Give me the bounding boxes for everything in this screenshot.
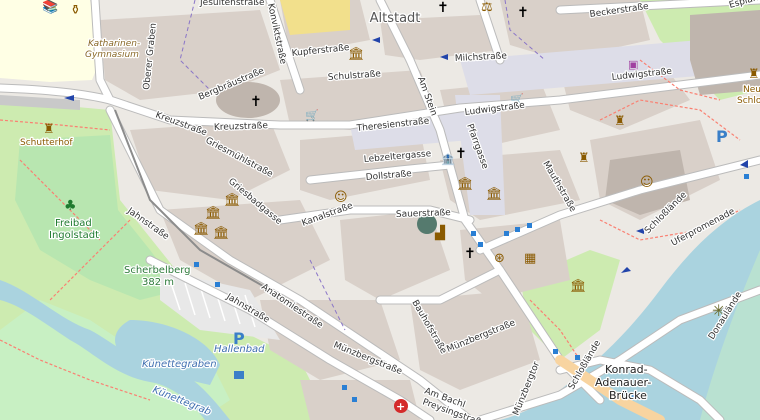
church-icon: ✝ — [250, 94, 262, 110]
district-label: Altstadt — [370, 11, 421, 26]
tree-icon: ♣ — [64, 198, 77, 214]
scales-icon: ⚖ — [481, 0, 493, 15]
museum-icon: 🏛 — [570, 278, 587, 294]
place-label-hallenbad: Hallenbad — [214, 344, 265, 355]
street-label-sauerstrasse: Sauerstraße — [396, 208, 452, 220]
street-label-jesuitenstrasse: Jesuitenstraße — [199, 0, 265, 8]
museum-icon: 🏛 — [193, 221, 210, 237]
place-label-freibad-2: Ingolstadt — [49, 230, 99, 241]
monument-icon: ⚱ — [70, 3, 81, 18]
museum-icon: 🏛 — [213, 225, 230, 241]
place-label-katharinen-2: Gymnasium — [85, 50, 139, 60]
museum-icon: 🏛 — [348, 46, 365, 62]
theatre-icon: ☺ — [640, 175, 654, 190]
cinema-icon: ▦ — [524, 251, 536, 266]
place-label-kunettegraben: Künettegraben — [142, 359, 217, 370]
shopping-bag-icon: ▣ — [628, 58, 638, 71]
place-label-konrad-1: Konrad- — [605, 363, 648, 376]
church-icon: ✝ — [517, 5, 529, 21]
wheel-icon: ⊛ — [494, 251, 505, 266]
place-label-katharinen-1: Katharinen- — [88, 39, 140, 49]
church-icon: ✝ — [437, 0, 449, 16]
place-label-konrad-3: Brücke — [609, 389, 647, 402]
place-label-neues-schloss-1: Neue — [743, 85, 760, 95]
museum-icon: 🏛 — [224, 192, 241, 208]
place-label-schutterhof: Schutterhof — [20, 138, 73, 148]
map-canvas[interactable]: ✝ ✝ ✝ ✝ ✝ 📚 🏛 🏛 🏛 🏛 🏛 🏛 🏛 🏛 ♜ ♜ ♜ ♜ ⚖ ☺ … — [0, 0, 760, 420]
place-label-scherbelberg: Scherbelberg — [124, 265, 191, 276]
map-svg: ✝ ✝ ✝ ✝ ✝ 📚 🏛 🏛 🏛 🏛 🏛 🏛 🏛 🏛 ♜ ♜ ♜ ♜ ⚖ ☺ … — [0, 0, 760, 420]
bank-icon: 🏦 — [441, 153, 455, 166]
museum-icon: 🏛 — [205, 205, 222, 221]
castle-icon: ♜ — [748, 67, 760, 82]
church-icon: ✝ — [464, 246, 476, 262]
building-yellow — [280, 0, 350, 35]
parking-icon: P — [716, 127, 728, 146]
book-icon: 📚 — [42, 0, 58, 15]
museum-icon: 🏛 — [486, 186, 503, 202]
castle-icon: ♜ — [578, 151, 590, 166]
castle-icon: ♜ — [43, 122, 55, 137]
place-label-neues-schloss-2: Schlo — [737, 96, 760, 106]
shopping-cart-icon: 🛒 — [305, 109, 319, 122]
museum-icon: 🏛 — [457, 176, 474, 192]
bus-icon — [234, 371, 244, 379]
place-label-konrad-2: Adenauer- — [595, 376, 651, 389]
place-label-scherbelberg-ele: 382 m — [142, 277, 174, 288]
pharmacy-cross: + — [396, 400, 405, 413]
church-icon: ✝ — [455, 146, 467, 162]
street-label-kreuzstrasse-2: Kreuzstraße — [214, 121, 269, 133]
place-label-freibad-1: Freibad — [55, 218, 92, 229]
castle-icon: ♜ — [614, 114, 626, 129]
